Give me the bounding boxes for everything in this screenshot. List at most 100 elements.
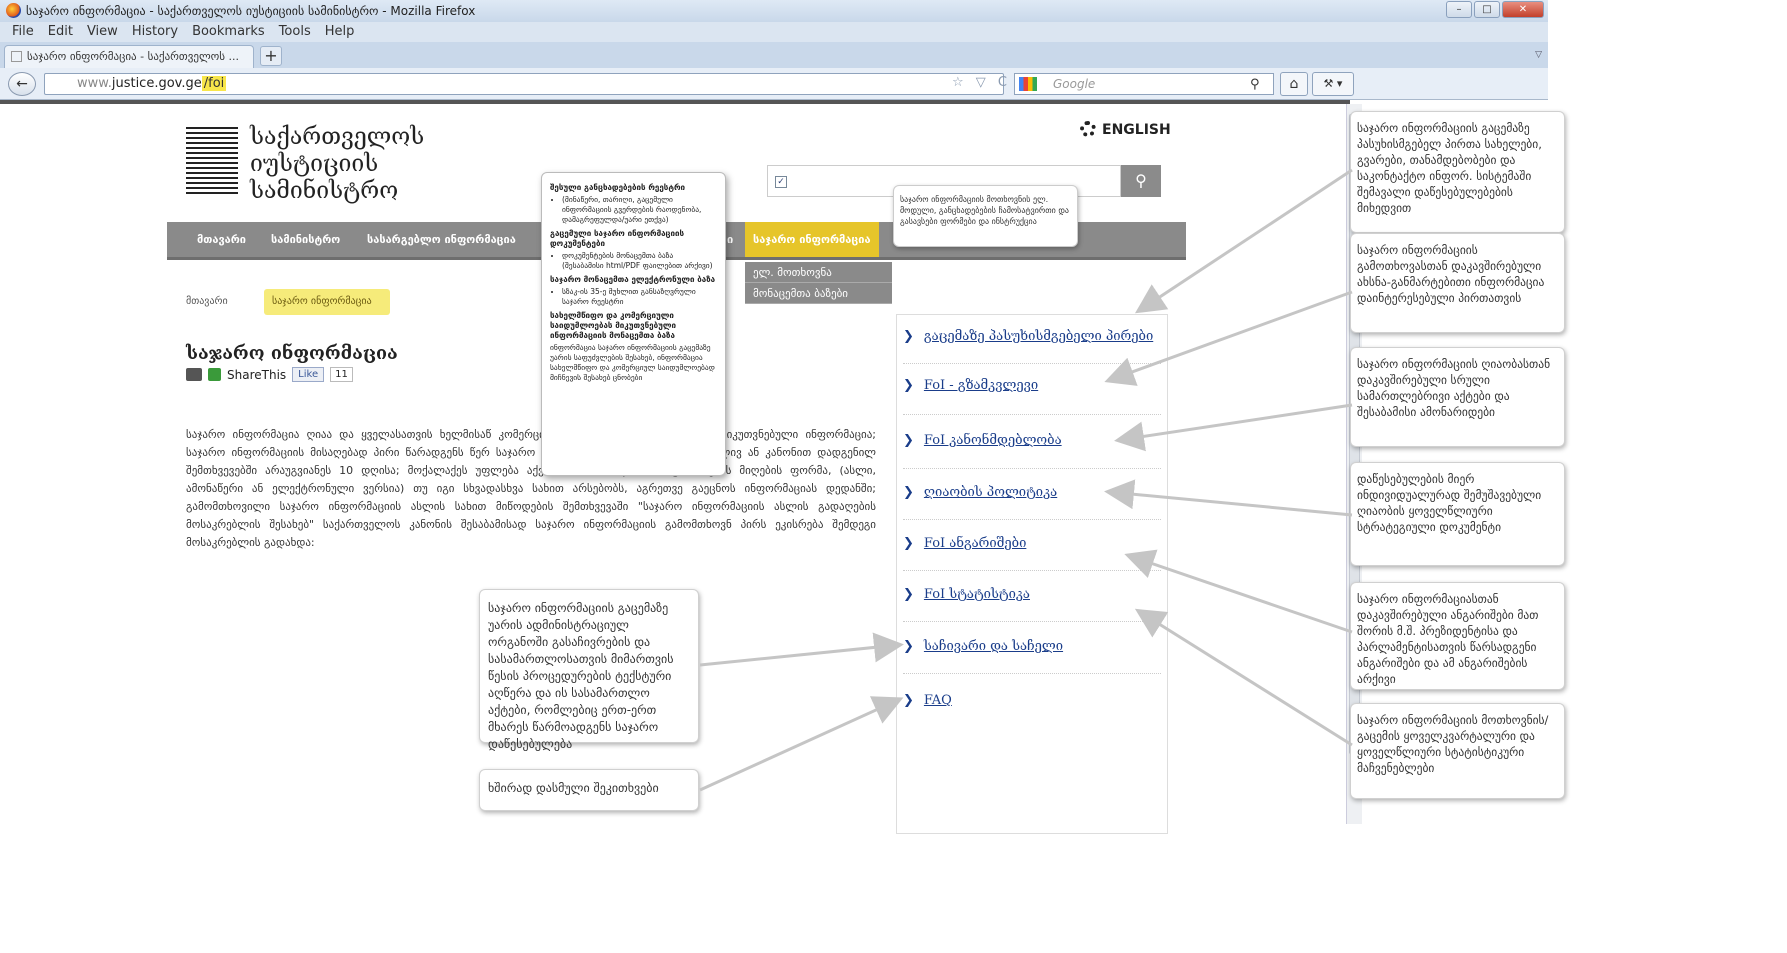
annotation-complaints: საჯარო ინფორმაციის გაცემაზე უარის ადმინი… bbox=[479, 589, 699, 751]
chevron-right-icon: ❯ bbox=[903, 329, 914, 344]
annotation-openness-policy: დაწესებულების მიერ ინდივიდუალურად შემუშა… bbox=[1350, 462, 1565, 566]
sharethis-label[interactable]: ShareThis bbox=[227, 368, 286, 382]
body-text: საჯარო ინფორმაცია ღიაა და ყველასათვის ხე… bbox=[186, 428, 876, 549]
back-button[interactable]: ← bbox=[8, 72, 36, 96]
url-domain: justice.gov.ge bbox=[111, 76, 202, 91]
browser-tab[interactable]: საჯარო ინფორმაცია - საქართველოს ... bbox=[4, 45, 254, 68]
popup-item: (მინაწერი, თარიღი, გაცემული ინფორმაციის … bbox=[562, 195, 717, 225]
annotation-statistics: საჯარო ინფორმაციის მოთხოვნის/გაცემის ყოვ… bbox=[1350, 703, 1565, 799]
annotation-responsible-persons: საჯარო ინფორმაციის გაცემაზე პასუხისმგებე… bbox=[1350, 111, 1565, 233]
dropdown-item-e-request[interactable]: ელ. მოთხოვნა bbox=[745, 262, 892, 283]
addons-button[interactable]: ⚒ ▾ bbox=[1312, 72, 1354, 96]
firefox-icon bbox=[6, 3, 21, 18]
tab-list-icon[interactable]: ▽ bbox=[1535, 50, 1542, 60]
divider bbox=[903, 570, 1161, 571]
divider bbox=[903, 468, 1161, 469]
new-tab-button[interactable]: + bbox=[260, 46, 282, 66]
sidebar-item-label: გაცემაზე პასუხისმგებელი პირები bbox=[923, 329, 1154, 344]
annotation-legislation: საჯარო ინფორმაციის ღიაობასთან დაკავშირებ… bbox=[1350, 347, 1565, 447]
annotation-reports: საჯარო ინფორმაციასთან დაკავშირებული ანგა… bbox=[1350, 582, 1565, 690]
maximize-button[interactable]: □ bbox=[1474, 1, 1500, 18]
popup-item: დოკუმენტების მონაცემთა ბაზა (შესაბამისი … bbox=[562, 251, 717, 271]
url-prefix: www. bbox=[77, 76, 112, 91]
nav-item-home[interactable]: მთავარი bbox=[197, 222, 246, 257]
sidebar-item-label: FoI სტატისტიკა bbox=[923, 587, 1030, 602]
nav-item-useful-info[interactable]: სასარგებლო ინფორმაცია bbox=[367, 222, 516, 257]
site-name-line: სამინისტრო bbox=[250, 178, 399, 204]
menu-file[interactable]: File bbox=[12, 22, 34, 42]
popup-heading: სახელმწიფო და კომერციული საიდუმლოებას მი… bbox=[550, 311, 676, 340]
menu-edit[interactable]: Edit bbox=[48, 22, 73, 42]
popup-heading: საჯარო მონაცემთა ელექტრონული ბაზა bbox=[550, 275, 716, 284]
site-name-line: იუსტიციის bbox=[250, 151, 379, 177]
sidebar-item-label: საჩივარი და საჩელი bbox=[923, 639, 1064, 654]
chevron-right-icon: ❯ bbox=[903, 536, 914, 551]
sidebar-item-legislation[interactable]: ❯ FoI კანონმდებლობა bbox=[903, 433, 1062, 448]
sidebar-item-statistics[interactable]: ❯ FoI სტატისტიკა bbox=[903, 587, 1030, 602]
nav-tooltip: საჯარო ინფორმაციის მოთხოვნის ელ. მოდული,… bbox=[893, 185, 1078, 247]
home-button[interactable]: ⌂ bbox=[1280, 72, 1308, 96]
navigation-toolbar: ← www.justice.gov.ge/foi ☆ ▽ C Google ⚲ … bbox=[0, 68, 1548, 100]
globe-icon bbox=[1080, 121, 1096, 137]
menu-history[interactable]: History bbox=[132, 22, 178, 42]
divider bbox=[903, 673, 1161, 674]
search-input[interactable]: Google bbox=[1014, 73, 1274, 95]
search-placeholder: Google bbox=[1053, 77, 1096, 91]
site-search-button[interactable]: ⚲ bbox=[1121, 165, 1161, 197]
breadcrumb-current: საჯარო ინფორმაცია bbox=[264, 289, 390, 315]
annotation-guide: საჯარო ინფორმაციის გამოთხოვასთან დაკავში… bbox=[1350, 233, 1565, 333]
annotation-faq: ხშირად დასმული შეკითხვები bbox=[479, 769, 699, 811]
foi-sidebar: ❯ გაცემაზე პასუხისმგებელი პირები ❯ FoI - გ… bbox=[896, 314, 1168, 834]
divider bbox=[903, 621, 1161, 622]
ministry-logo bbox=[186, 127, 238, 197]
minimize-button[interactable]: – bbox=[1446, 1, 1472, 18]
sidebar-item-reports[interactable]: ❯ FoI ანგარიშები bbox=[903, 536, 1026, 551]
menu-help[interactable]: Help bbox=[325, 22, 355, 42]
popup-heading: გაცემული საჯარო ინფორმაციის დოკუმენტები bbox=[550, 229, 685, 248]
dropdown-item-databases[interactable]: მონაცემთა ბაზები bbox=[745, 283, 892, 304]
site-name: საქართველოს იუსტიციის სამინისტრო bbox=[250, 124, 424, 205]
divider bbox=[903, 363, 1161, 364]
databases-popup: შესული განცხადებების რეესტრი (მინაწერი, … bbox=[541, 172, 726, 476]
facebook-like-button[interactable]: Like bbox=[292, 367, 325, 382]
breadcrumb-home[interactable]: მთავარი bbox=[186, 296, 256, 307]
google-icon bbox=[1019, 77, 1037, 91]
page-title: საჯარო ინფორმაცია bbox=[186, 343, 398, 364]
like-count: 11 bbox=[330, 367, 353, 382]
sidebar-item-faq[interactable]: ❯ FAQ bbox=[903, 693, 952, 708]
search-icon[interactable]: ⚲ bbox=[1250, 77, 1260, 92]
chevron-right-icon: ❯ bbox=[903, 639, 914, 654]
menu-bookmarks[interactable]: Bookmarks bbox=[192, 22, 265, 42]
sidebar-item-guide[interactable]: ❯ FoI - გზამკვლევი bbox=[903, 378, 1038, 393]
nav-item-ministry[interactable]: სამინისტრო bbox=[271, 222, 340, 257]
divider bbox=[903, 414, 1161, 415]
divider bbox=[903, 519, 1161, 520]
chevron-right-icon: ❯ bbox=[903, 378, 914, 393]
sidebar-item-label: FoI კანონმდებლობა bbox=[923, 433, 1062, 448]
nav-item-partial[interactable]: ი bbox=[727, 222, 733, 257]
page-top-border bbox=[0, 100, 1350, 104]
url-bar[interactable]: www.justice.gov.ge/foi bbox=[44, 73, 1004, 95]
print-icon[interactable] bbox=[186, 368, 202, 381]
sidebar-item-label: FoI - გზამკვლევი bbox=[923, 378, 1039, 393]
language-link[interactable]: ENGLISH bbox=[1080, 121, 1171, 138]
menu-bar: File Edit View History Bookmarks Tools H… bbox=[0, 22, 1548, 42]
sidebar-item-label: ღიაობის პოლიტიკა bbox=[923, 485, 1058, 500]
title-bar: საჯარო ინფორმაცია - საქართველოს იუსტიციი… bbox=[0, 0, 1548, 22]
checkbox-icon[interactable]: ✓ bbox=[775, 176, 787, 188]
chevron-right-icon: ❯ bbox=[903, 693, 914, 708]
sharethis-icon[interactable] bbox=[208, 368, 221, 381]
nav-item-public-info[interactable]: საჯარო ინფორმაცია bbox=[745, 222, 879, 257]
nav-dropdown: ელ. მოთხოვნა მონაცემთა ბაზები bbox=[745, 262, 892, 304]
sidebar-item-openness-policy[interactable]: ❯ ღიაობის პოლიტიკა bbox=[903, 485, 1057, 500]
sidebar-item-responsible-persons[interactable]: ❯ გაცემაზე პასუხისმგებელი პირები bbox=[903, 329, 1153, 344]
menu-view[interactable]: View bbox=[87, 22, 118, 42]
window-title: საჯარო ინფორმაცია - საქართველოს იუსტიციი… bbox=[26, 4, 476, 18]
close-button[interactable]: ✕ bbox=[1502, 1, 1544, 18]
bookmark-star-icon[interactable]: ☆ ▽ C bbox=[952, 75, 1011, 90]
sidebar-item-complaints[interactable]: ❯ საჩივარი და საჩელი bbox=[903, 639, 1063, 654]
browser-window: საჯარო ინფორმაცია - საქართველოს იუსტიციი… bbox=[0, 0, 1548, 953]
menu-tools[interactable]: Tools bbox=[279, 22, 311, 42]
site-name-line: საქართველოს bbox=[250, 124, 425, 150]
chevron-right-icon: ❯ bbox=[903, 485, 914, 500]
